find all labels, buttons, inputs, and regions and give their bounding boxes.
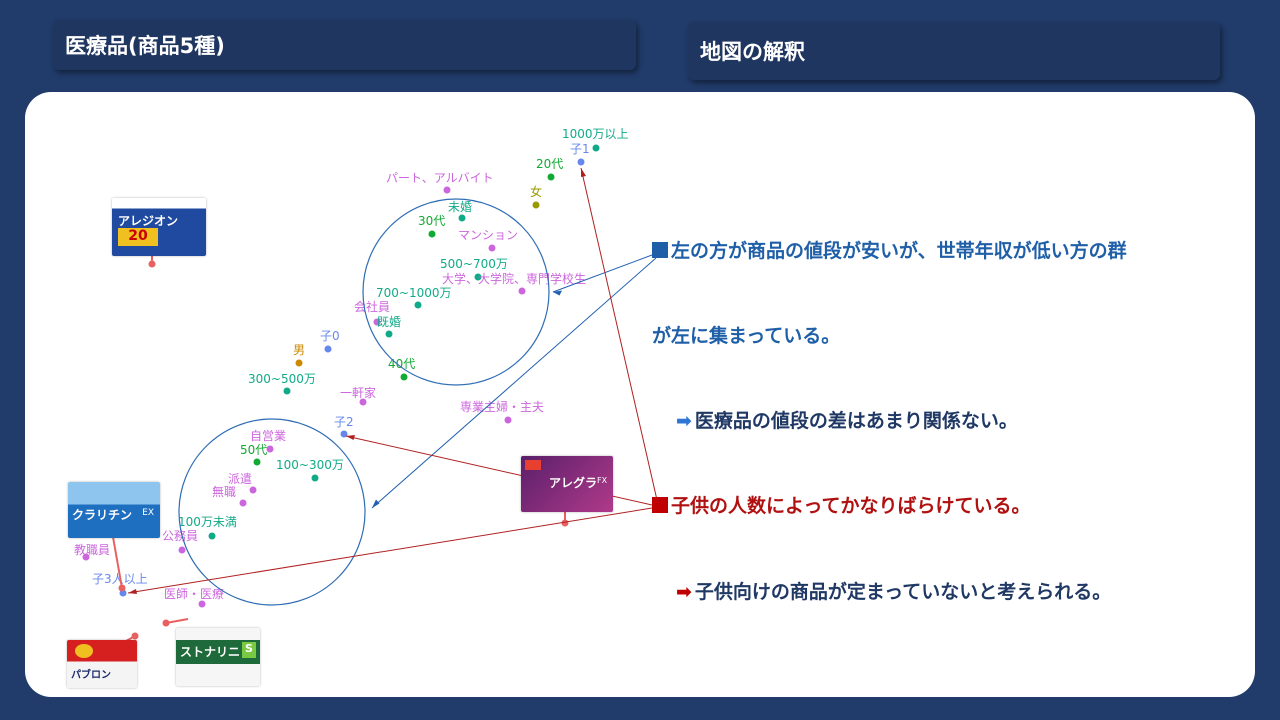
product-allegra-sub: FX (597, 476, 608, 485)
interp-line-3-text: 医療品の値段の差はあまり関係ない。 (694, 410, 1018, 432)
product-stonarhini-sub: S (242, 642, 256, 658)
map-point-label: 100万未満 (178, 515, 237, 529)
map-point (198, 600, 206, 608)
product-point (162, 619, 170, 627)
interp-line-2: が左に集まっている。 (652, 321, 840, 348)
arrow-right-icon: ➡ (676, 410, 692, 432)
map-point-label: マンション (458, 228, 518, 242)
map-point (400, 373, 408, 381)
map-point (547, 173, 555, 181)
map-point-label: 50代 (240, 443, 267, 457)
map-point-label: 子2 (334, 415, 354, 429)
map-point (283, 387, 291, 395)
interp-line-5: ➡ 子供向けの商品が定まっていないと考えられる。 (676, 577, 1111, 604)
interp-line-5-text: 子供向けの商品が定まっていないと考えられる。 (694, 581, 1112, 603)
product-allegion-sub: 20 (118, 228, 158, 246)
interp-line-2-text: が左に集まっている。 (652, 325, 841, 347)
map-point-label: 会社員 (354, 299, 390, 314)
map-point-label: 20代 (536, 157, 563, 171)
arrow-right-icon: ➡ (676, 581, 692, 603)
map-point (532, 201, 540, 209)
arrowhead-red-2 (346, 435, 355, 440)
arrowhead-blue-2 (372, 499, 380, 508)
square-bullet-icon (652, 497, 668, 513)
square-bullet-icon (652, 242, 668, 258)
map-point-label: 男 (293, 343, 305, 357)
product-claritin: クラリチン EX (68, 482, 160, 538)
map-point-label: 未婚 (448, 200, 472, 214)
product-point (131, 632, 139, 640)
interp-line-1: 左の方が商品の値段が安いが、世帯年収が低い方の群 (652, 236, 1127, 263)
map-point-label: 700~1000万 (376, 286, 452, 300)
map-point-label: 教職員 (74, 542, 110, 557)
map-point (443, 186, 451, 194)
interp-line-4-text: 子供の人数によってかなりばらけている。 (671, 495, 1031, 517)
map-point-label: 派遣 (228, 471, 252, 486)
product-pabron-name: パブロン (71, 670, 111, 681)
product-allegion-name: アレジオン (118, 214, 179, 228)
map-point (311, 474, 319, 482)
map-point-label: 大学、大学院、専門学校生 (442, 271, 586, 286)
map-point-label: 既婚 (377, 315, 401, 329)
map-point (239, 499, 247, 507)
allegra-badge (525, 460, 541, 470)
product-claritin-sub: EX (142, 508, 154, 518)
arrows (127, 167, 658, 594)
arrowhead-red-1 (581, 168, 586, 177)
product-pabron: パブロン (67, 640, 137, 688)
product-allegra-name: アレグラ (549, 476, 598, 490)
map-point-label: 300~500万 (248, 372, 316, 386)
map-point-label: 子0 (320, 329, 340, 343)
map-point (385, 330, 393, 338)
map-point (253, 458, 261, 466)
product-allegra: アレグラ FX (521, 456, 613, 512)
map-point-label: 女 (530, 184, 542, 199)
product-point (148, 260, 156, 268)
map-point (488, 244, 496, 252)
map-point (518, 287, 526, 295)
product-claritin-name: クラリチン (72, 508, 133, 522)
map-point-label: 500~700万 (440, 257, 508, 271)
map-point (592, 144, 600, 152)
interp-line-1-text: 左の方が商品の値段が安いが、世帯年収が低い方の群 (671, 240, 1127, 262)
map-point (428, 230, 436, 238)
map-point (577, 158, 585, 166)
map-point (249, 486, 257, 494)
map-point (458, 214, 466, 222)
map-point (414, 301, 422, 309)
map-point-label: 30代 (418, 214, 445, 228)
map-point-label: 無職 (212, 484, 236, 499)
map-point (324, 345, 332, 353)
map-point-label: 自営業 (250, 429, 286, 443)
map-point-label: 子1 (570, 142, 590, 156)
map-point-label: 医師・医療 (164, 587, 224, 601)
map-point (208, 532, 216, 540)
product-allegion: アレジオン 20 (112, 198, 206, 256)
map-point (504, 416, 512, 424)
map-point-label: パート、アルバイト (386, 171, 494, 185)
correspondence-map: 1000万以上子1 20代女 パート、アルバイト未婚30代マンション 500~700万… (74, 127, 658, 655)
product-stonarhini-name: ストナリニ (180, 645, 241, 659)
map-point (266, 445, 274, 453)
map-point-label: 専業主婦・主夫 (460, 399, 544, 414)
map-point (295, 359, 303, 367)
map-point-label: 1000万以上 (562, 127, 629, 141)
map-point-label: 一軒家 (340, 385, 376, 400)
product-point (118, 584, 126, 592)
interp-line-4: 子供の人数によってかなりばらけている。 (652, 491, 1030, 518)
pabron-badge (75, 644, 93, 658)
map-point (178, 546, 186, 554)
map-point-label: 公務員 (162, 529, 198, 543)
product-stonarhini: ストナリニ S (176, 628, 260, 686)
interp-line-3: ➡ 医療品の値段の差はあまり関係ない。 (676, 406, 1018, 433)
arrow-red-1 (580, 167, 658, 501)
map-point-label: 100~300万 (276, 458, 344, 472)
